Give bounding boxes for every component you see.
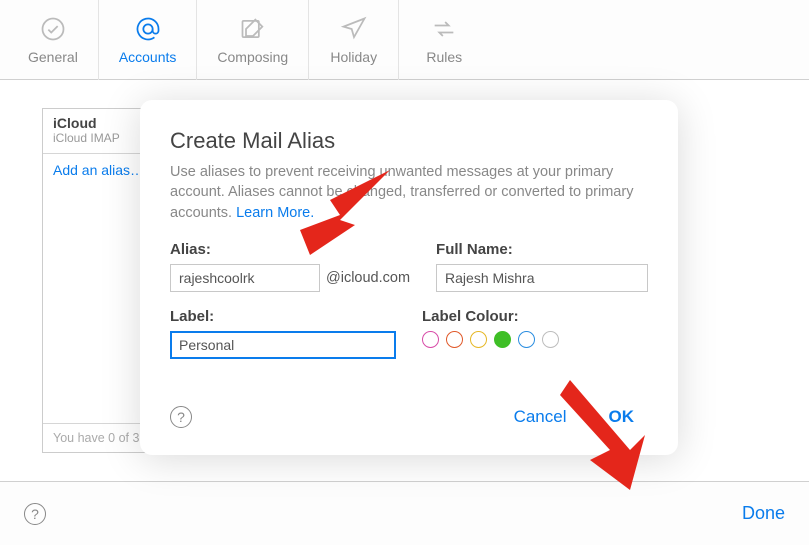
tab-accounts[interactable]: Accounts xyxy=(99,0,198,80)
checkmark-circle-icon xyxy=(39,15,67,43)
modal-help-icon[interactable]: ? xyxy=(170,406,192,428)
alias-input[interactable] xyxy=(170,264,320,292)
label-input[interactable] xyxy=(170,331,396,359)
cancel-button[interactable]: Cancel xyxy=(500,401,581,433)
settings-window: General Accounts Composing Holiday Rules xyxy=(0,0,809,545)
colour-swatch[interactable] xyxy=(518,331,535,348)
learn-more-link[interactable]: Learn More. xyxy=(236,205,314,221)
modal-title: Create Mail Alias xyxy=(170,128,648,154)
colour-label: Label Colour: xyxy=(422,308,648,325)
compose-icon xyxy=(239,15,267,43)
tab-holiday[interactable]: Holiday xyxy=(309,0,399,80)
fullname-input[interactable] xyxy=(436,264,648,292)
colour-swatch[interactable] xyxy=(542,331,559,348)
tab-label: Composing xyxy=(217,49,288,65)
done-button[interactable]: Done xyxy=(742,503,785,524)
colour-swatch[interactable] xyxy=(446,331,463,348)
toolbar: General Accounts Composing Holiday Rules xyxy=(0,0,809,80)
modal-description: Use aliases to prevent receiving unwante… xyxy=(170,162,648,223)
colour-swatch[interactable] xyxy=(422,331,439,348)
alias-suffix: @icloud.com xyxy=(326,270,410,286)
arrows-icon xyxy=(430,15,458,43)
fullname-label: Full Name: xyxy=(436,241,648,258)
colour-swatch-row xyxy=(422,331,648,348)
alias-label: Alias: xyxy=(170,241,410,258)
footer-bar: ? Done xyxy=(0,481,809,545)
tab-label: General xyxy=(28,49,78,65)
colour-swatch[interactable] xyxy=(494,331,511,348)
tab-label: Accounts xyxy=(119,49,177,65)
tab-label: Holiday xyxy=(330,49,377,65)
airplane-icon xyxy=(340,15,368,43)
help-icon[interactable]: ? xyxy=(24,503,46,525)
tab-rules[interactable]: Rules xyxy=(399,0,489,80)
ok-button[interactable]: OK xyxy=(595,401,649,433)
at-sign-icon xyxy=(134,15,162,43)
label-label: Label: xyxy=(170,308,396,325)
create-alias-modal: Create Mail Alias Use aliases to prevent… xyxy=(140,100,678,455)
tab-general[interactable]: General xyxy=(8,0,99,80)
tab-label: Rules xyxy=(426,49,462,65)
tab-composing[interactable]: Composing xyxy=(197,0,309,80)
colour-swatch[interactable] xyxy=(470,331,487,348)
